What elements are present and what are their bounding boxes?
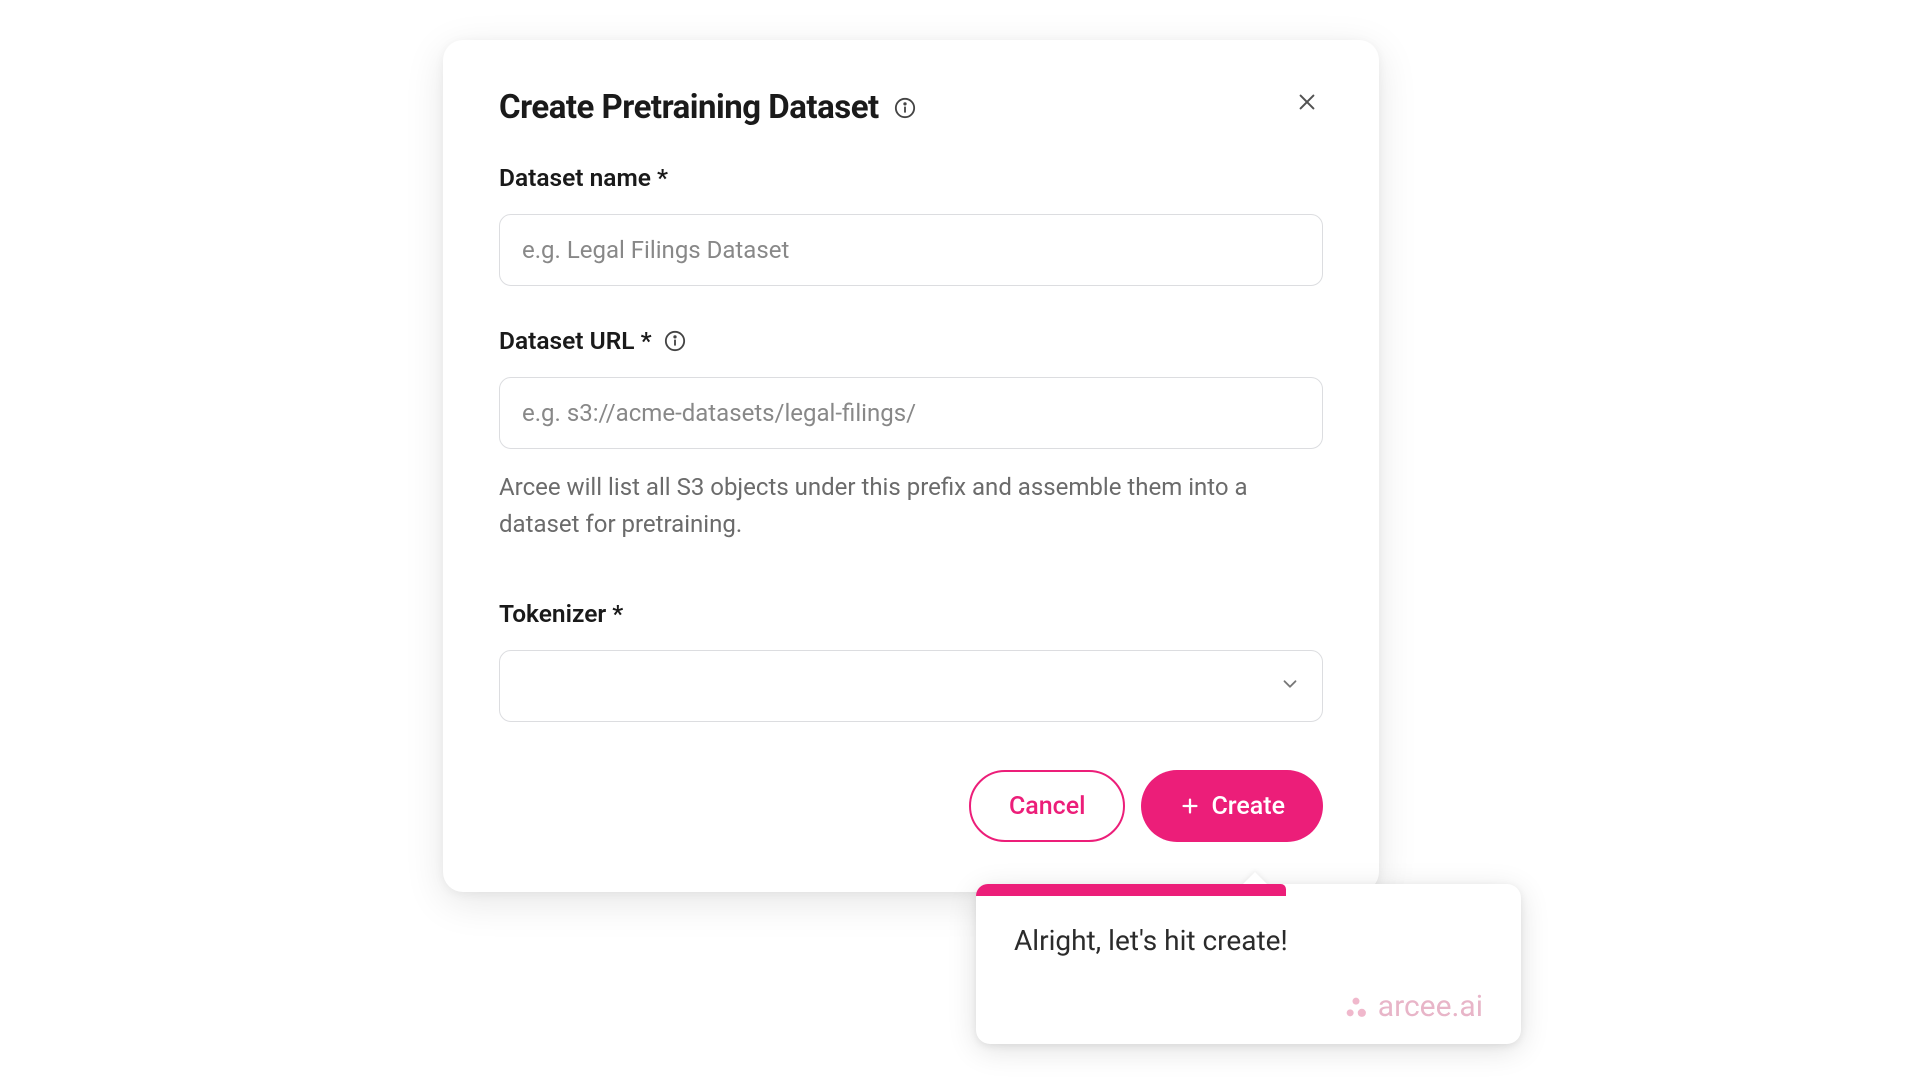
tooltip-progress-bar [976, 884, 1286, 896]
create-dataset-modal: Create Pretraining Dataset Dataset name … [443, 40, 1379, 892]
brand-text: arcee.ai [1378, 989, 1483, 1024]
button-row: Cancel Create [499, 770, 1323, 842]
dataset-name-input[interactable] [499, 214, 1323, 286]
tooltip-brand: arcee.ai [1014, 989, 1483, 1024]
close-button[interactable] [1291, 86, 1323, 118]
tokenizer-select[interactable] [499, 650, 1323, 722]
dataset-url-input[interactable] [499, 377, 1323, 449]
create-button[interactable]: Create [1141, 770, 1323, 842]
form-group-tokenizer: Tokenizer * [499, 599, 1323, 722]
dataset-url-help: Arcee will list all S3 objects under thi… [499, 469, 1323, 543]
dataset-name-label: Dataset name * [499, 163, 1323, 192]
cancel-button[interactable]: Cancel [969, 770, 1126, 842]
info-icon[interactable] [893, 96, 917, 120]
tokenizer-select-wrapper [499, 650, 1323, 722]
dataset-url-label: Dataset URL * [499, 326, 1323, 355]
form-group-name: Dataset name * [499, 163, 1323, 286]
modal-title: Create Pretraining Dataset [499, 88, 879, 127]
title-wrap: Create Pretraining Dataset [499, 88, 917, 127]
tokenizer-label: Tokenizer * [499, 599, 1323, 628]
form-group-url: Dataset URL * Arcee will list all S3 obj… [499, 326, 1323, 543]
modal-header: Create Pretraining Dataset [499, 88, 1323, 127]
info-icon[interactable] [664, 330, 686, 352]
guide-tooltip: Alright, let's hit create! arcee.ai [976, 884, 1521, 1044]
tooltip-text: Alright, let's hit create! [1014, 924, 1483, 957]
plus-icon [1179, 795, 1201, 817]
create-button-label: Create [1211, 792, 1285, 821]
dataset-url-label-text: Dataset URL * [499, 326, 652, 355]
arcee-logo-icon [1342, 993, 1370, 1021]
